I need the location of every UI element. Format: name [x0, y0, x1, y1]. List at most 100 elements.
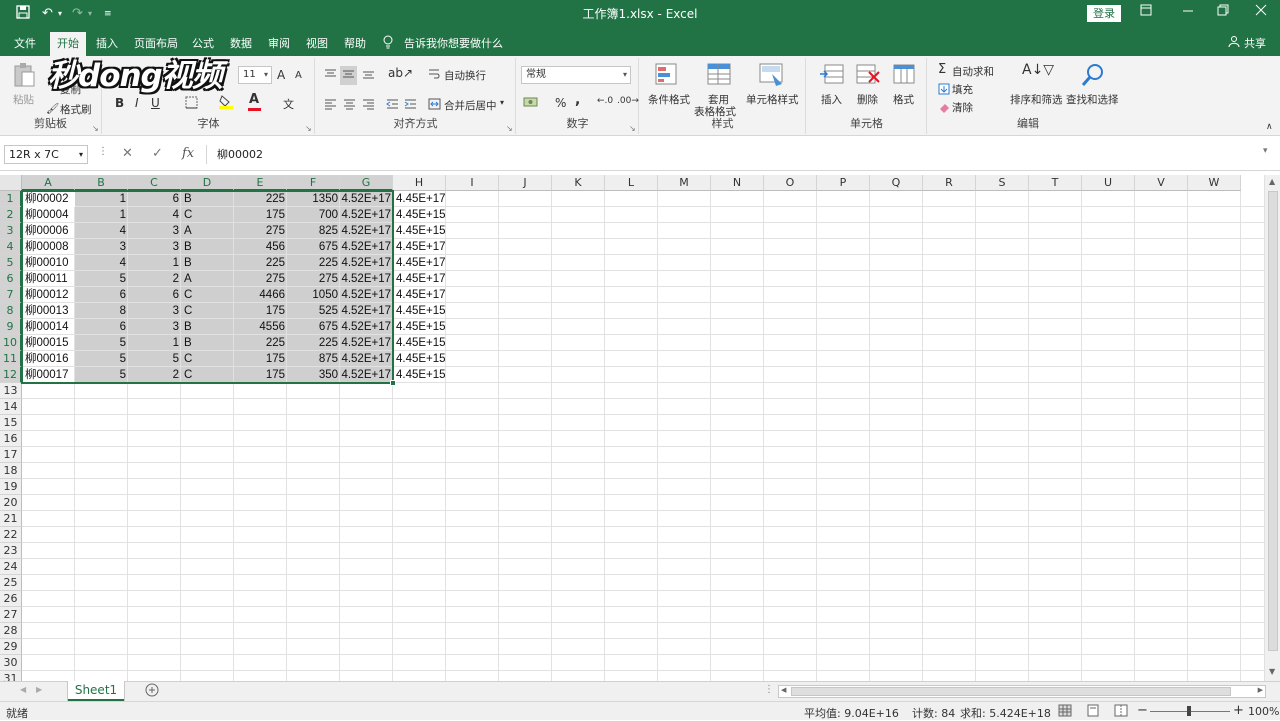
row-header-30[interactable]: 30 [0, 655, 22, 671]
scroll-up-icon[interactable]: ▲ [1269, 177, 1275, 186]
column-header-p[interactable]: P [817, 175, 870, 191]
scroll-left-icon[interactable]: ◀ [781, 686, 786, 694]
row-header-18[interactable]: 18 [0, 463, 22, 479]
format-painter-icon[interactable]: 🖌 [46, 102, 59, 115]
font-color-button[interactable]: A [249, 92, 259, 107]
row-header-27[interactable]: 27 [0, 607, 22, 623]
enter-icon[interactable]: ✓ [152, 146, 163, 161]
cell-h9[interactable]: 4.45E+15 [393, 319, 446, 335]
alignment-launcher-icon[interactable]: ↘ [506, 124, 513, 133]
add-sheet-icon[interactable] [145, 683, 159, 700]
share-icon[interactable] [1228, 35, 1240, 50]
cell-h7[interactable]: 4.45E+17 [393, 287, 446, 303]
find-select-icon[interactable] [1080, 62, 1106, 91]
row-header-11[interactable]: 11 [0, 351, 22, 367]
column-header-v[interactable]: V [1135, 175, 1188, 191]
zoom-out-icon[interactable]: − [1137, 703, 1148, 718]
restore-icon[interactable] [1217, 4, 1229, 20]
orientation-icon[interactable]: ab↗ [388, 66, 413, 80]
fill-color-icon[interactable] [219, 94, 233, 112]
row-header-23[interactable]: 23 [0, 543, 22, 559]
cell-h3[interactable]: 4.45E+15 [393, 223, 446, 239]
row-header-29[interactable]: 29 [0, 639, 22, 655]
row-header-19[interactable]: 19 [0, 479, 22, 495]
login-button[interactable]: 登录 [1087, 5, 1121, 22]
font-size-select[interactable]: 11 ▾ [238, 66, 272, 84]
column-header-t[interactable]: T [1029, 175, 1082, 191]
page-layout-view-icon[interactable] [1086, 704, 1100, 720]
row-header-5[interactable]: 5 [0, 255, 22, 271]
lightbulb-icon[interactable] [382, 35, 394, 52]
cell-styles-button[interactable]: 单元格样式 [746, 92, 799, 107]
column-header-j[interactable]: J [499, 175, 552, 191]
tell-me-search[interactable]: 告诉我你想要做什么 [404, 35, 503, 51]
align-top-icon[interactable] [324, 68, 337, 83]
tab-formulas[interactable]: 公式 [192, 35, 214, 51]
zoom-level[interactable]: 100% [1248, 705, 1279, 718]
column-header-h[interactable]: H [393, 175, 446, 191]
fill-handle[interactable] [390, 380, 396, 386]
row-header-6[interactable]: 6 [0, 271, 22, 287]
row-header-28[interactable]: 28 [0, 623, 22, 639]
row-header-2[interactable]: 2 [0, 207, 22, 223]
row-header-24[interactable]: 24 [0, 559, 22, 575]
bold-button[interactable]: B [115, 96, 124, 110]
normal-view-icon[interactable] [1058, 704, 1072, 720]
wrap-text-button[interactable]: 自动换行 [444, 68, 486, 83]
insert-cells-button[interactable]: 插入 [821, 92, 842, 107]
row-header-21[interactable]: 21 [0, 511, 22, 527]
select-all-corner[interactable] [0, 175, 22, 191]
currency-icon[interactable] [523, 96, 539, 112]
cell-h12[interactable]: 4.45E+15 [393, 367, 446, 383]
next-sheet-icon[interactable]: ▶ [36, 685, 42, 694]
row-header-25[interactable]: 25 [0, 575, 22, 591]
cell-styles-icon[interactable] [758, 62, 786, 91]
scroll-right-icon[interactable]: ▶ [1258, 686, 1263, 694]
row-header-31[interactable]: 31 [0, 671, 22, 681]
column-header-u[interactable]: U [1082, 175, 1135, 191]
paste-icon[interactable] [12, 62, 36, 91]
phonetic-icon[interactable]: 文 [283, 96, 294, 112]
conditional-format-button[interactable]: 条件格式 [648, 92, 690, 107]
cell-h5[interactable]: 4.45E+17 [393, 255, 446, 271]
clear-icon[interactable] [938, 101, 950, 116]
comma-button[interactable]: , [575, 92, 580, 108]
row-header-17[interactable]: 17 [0, 447, 22, 463]
column-header-m[interactable]: M [658, 175, 711, 191]
row-header-13[interactable]: 13 [0, 383, 22, 399]
minimize-icon[interactable] [1182, 4, 1194, 20]
formula-input[interactable]: 柳00002 [206, 145, 1266, 164]
row-header-14[interactable]: 14 [0, 399, 22, 415]
sort-filter-icon[interactable]: A↓▽ [1022, 62, 1054, 78]
row-header-22[interactable]: 22 [0, 527, 22, 543]
insert-cells-icon[interactable] [819, 62, 845, 91]
merge-center-icon[interactable] [428, 98, 441, 113]
cell-h4[interactable]: 4.45E+17 [393, 239, 446, 255]
column-header-k[interactable]: K [552, 175, 605, 191]
column-header-b[interactable]: B [75, 175, 128, 191]
delete-cells-icon[interactable] [855, 62, 881, 91]
name-box[interactable]: 12R x 7C ▾ [4, 145, 88, 164]
decrease-decimal-icon[interactable]: .00→ [617, 96, 639, 106]
conditional-format-icon[interactable] [654, 62, 682, 91]
prev-sheet-icon[interactable]: ◀ [20, 685, 26, 694]
row-header-9[interactable]: 9 [0, 319, 22, 335]
format-as-table-icon[interactable] [706, 62, 734, 91]
fill-icon[interactable] [938, 83, 950, 98]
grow-font-button[interactable]: A [277, 68, 285, 82]
row-header-12[interactable]: 12 [0, 367, 22, 383]
cell-h11[interactable]: 4.45E+15 [393, 351, 446, 367]
font-launcher-icon[interactable]: ↘ [305, 124, 312, 133]
worksheet-grid[interactable]: A B C D E F G H I J K L M N O P Q R S T U V W 1 2 3 4 5 6 7 8 9 10 11 12 13… [0, 175, 1264, 681]
row-header-15[interactable]: 15 [0, 415, 22, 431]
column-header-l[interactable]: L [605, 175, 658, 191]
column-header-f[interactable]: F [287, 175, 340, 191]
cell-h1[interactable]: 4.45E+17 [393, 191, 446, 207]
row-header-4[interactable]: 4 [0, 239, 22, 255]
number-launcher-icon[interactable]: ↘ [629, 124, 636, 133]
close-icon[interactable] [1255, 4, 1267, 20]
shrink-font-button[interactable]: A [295, 70, 302, 81]
scroll-down-icon[interactable]: ▼ [1269, 667, 1275, 676]
align-center-icon[interactable] [343, 98, 356, 113]
vertical-scrollbar[interactable]: ▲ ▼ [1264, 175, 1280, 681]
